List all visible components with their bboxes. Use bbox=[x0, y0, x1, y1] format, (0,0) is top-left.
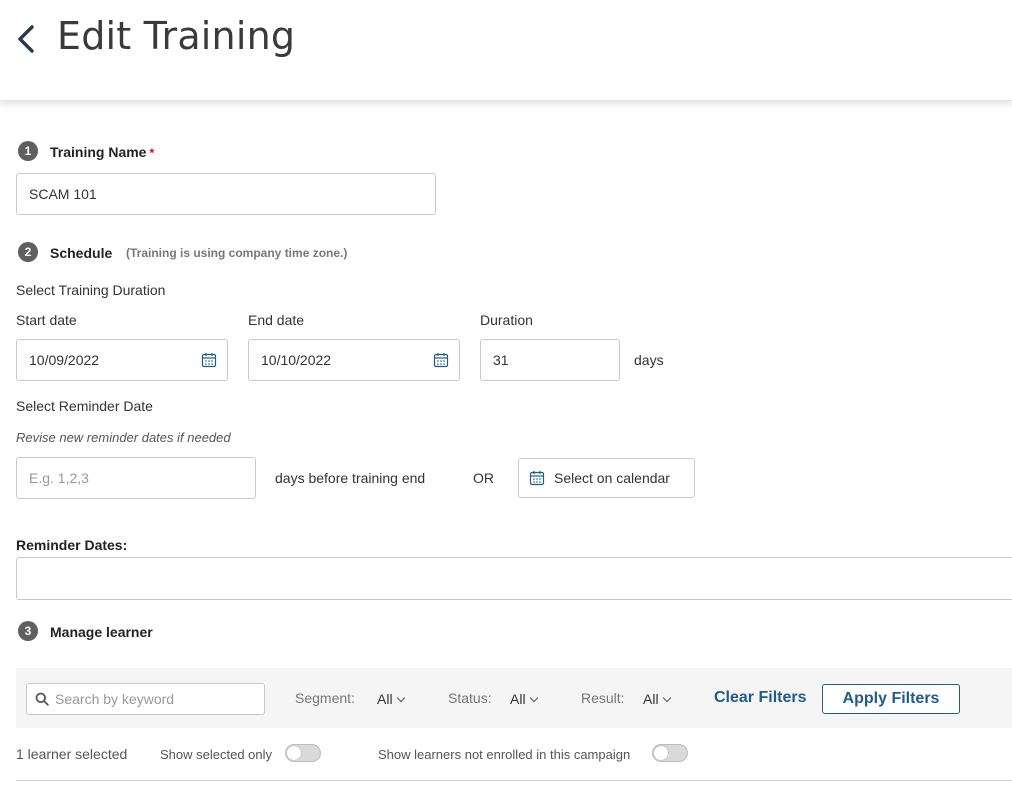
reminder-days-placeholder: E.g. 1,2,3 bbox=[29, 470, 89, 486]
search-icon bbox=[35, 692, 49, 706]
duration-value: 31 bbox=[493, 352, 509, 368]
page-title: Edit Training bbox=[57, 14, 296, 58]
reminder-dates-field[interactable] bbox=[16, 557, 1012, 600]
end-date-label: End date bbox=[248, 312, 305, 328]
clear-filters-link[interactable]: Clear Filters bbox=[714, 689, 806, 707]
show-not-enrolled-label: Show learners not enrolled in this campa… bbox=[378, 747, 631, 762]
reminder-hint: Revise new reminder dates if needed bbox=[16, 430, 231, 445]
chevron-left-icon bbox=[18, 25, 34, 53]
result-value: All bbox=[643, 691, 659, 707]
chevron-down-icon bbox=[396, 693, 405, 703]
start-date-value: 10/09/2022 bbox=[29, 352, 100, 368]
show-not-enrolled-toggle[interactable] bbox=[652, 744, 688, 762]
calendar-icon bbox=[529, 471, 545, 486]
result-label: Result: bbox=[581, 690, 625, 706]
end-date-value: 10/10/2022 bbox=[261, 352, 332, 368]
segment-label: Segment: bbox=[295, 690, 355, 706]
segment-dropdown[interactable]: All bbox=[377, 691, 405, 707]
step-badge-2: 2 bbox=[18, 242, 38, 262]
calendar-icon[interactable] bbox=[201, 352, 217, 368]
duration-heading: Select Training Duration bbox=[16, 282, 166, 298]
duration-unit: days bbox=[634, 352, 664, 368]
result-dropdown[interactable]: All bbox=[643, 691, 671, 707]
show-selected-only-label: Show selected only bbox=[160, 747, 273, 762]
schedule-hint: (Training is using company time zone.) bbox=[126, 246, 348, 260]
toggle-knob bbox=[287, 746, 301, 760]
chevron-down-icon bbox=[662, 693, 671, 703]
end-date-input[interactable]: 10/10/2022 bbox=[248, 339, 460, 381]
search-input[interactable]: Search by keyword bbox=[26, 683, 265, 715]
step-badge-1: 1 bbox=[18, 141, 38, 161]
status-label: Status: bbox=[448, 690, 492, 706]
or-separator: OR bbox=[473, 470, 494, 486]
reminder-suffix: days before training end bbox=[275, 470, 426, 486]
calendar-icon[interactable] bbox=[433, 352, 449, 368]
step-badge-3: 3 bbox=[18, 621, 38, 641]
status-dropdown[interactable]: All bbox=[510, 691, 538, 707]
training-name-title: Training Name * bbox=[50, 144, 154, 160]
apply-filters-button[interactable]: Apply Filters bbox=[822, 684, 960, 714]
divider bbox=[16, 780, 1012, 781]
toggle-knob bbox=[654, 746, 668, 760]
reminder-heading: Select Reminder Date bbox=[16, 398, 153, 414]
training-name-input[interactable]: SCAM 101 bbox=[16, 173, 436, 215]
start-date-label: Start date bbox=[16, 312, 77, 328]
duration-input[interactable]: 31 bbox=[480, 339, 620, 381]
training-name-value: SCAM 101 bbox=[29, 186, 97, 202]
reminder-days-input[interactable]: E.g. 1,2,3 bbox=[16, 457, 256, 499]
start-date-input[interactable]: 10/09/2022 bbox=[16, 339, 228, 381]
back-button[interactable] bbox=[12, 22, 42, 56]
schedule-title: Schedule bbox=[50, 245, 113, 261]
training-name-label: Training Name bbox=[50, 144, 147, 160]
duration-label: Duration bbox=[480, 312, 533, 328]
search-placeholder: Search by keyword bbox=[55, 691, 175, 707]
manage-learner-title: Manage learner bbox=[50, 624, 153, 640]
chevron-down-icon bbox=[529, 693, 538, 703]
show-selected-only-toggle[interactable] bbox=[285, 744, 321, 762]
required-mark: * bbox=[149, 146, 155, 160]
selected-count: 1 learner selected bbox=[16, 746, 128, 762]
reminder-dates-label: Reminder Dates: bbox=[16, 537, 128, 553]
segment-value: All bbox=[377, 691, 393, 707]
select-on-calendar-button[interactable]: Select on calendar bbox=[518, 458, 695, 498]
select-on-calendar-label: Select on calendar bbox=[554, 470, 670, 486]
status-value: All bbox=[510, 691, 526, 707]
